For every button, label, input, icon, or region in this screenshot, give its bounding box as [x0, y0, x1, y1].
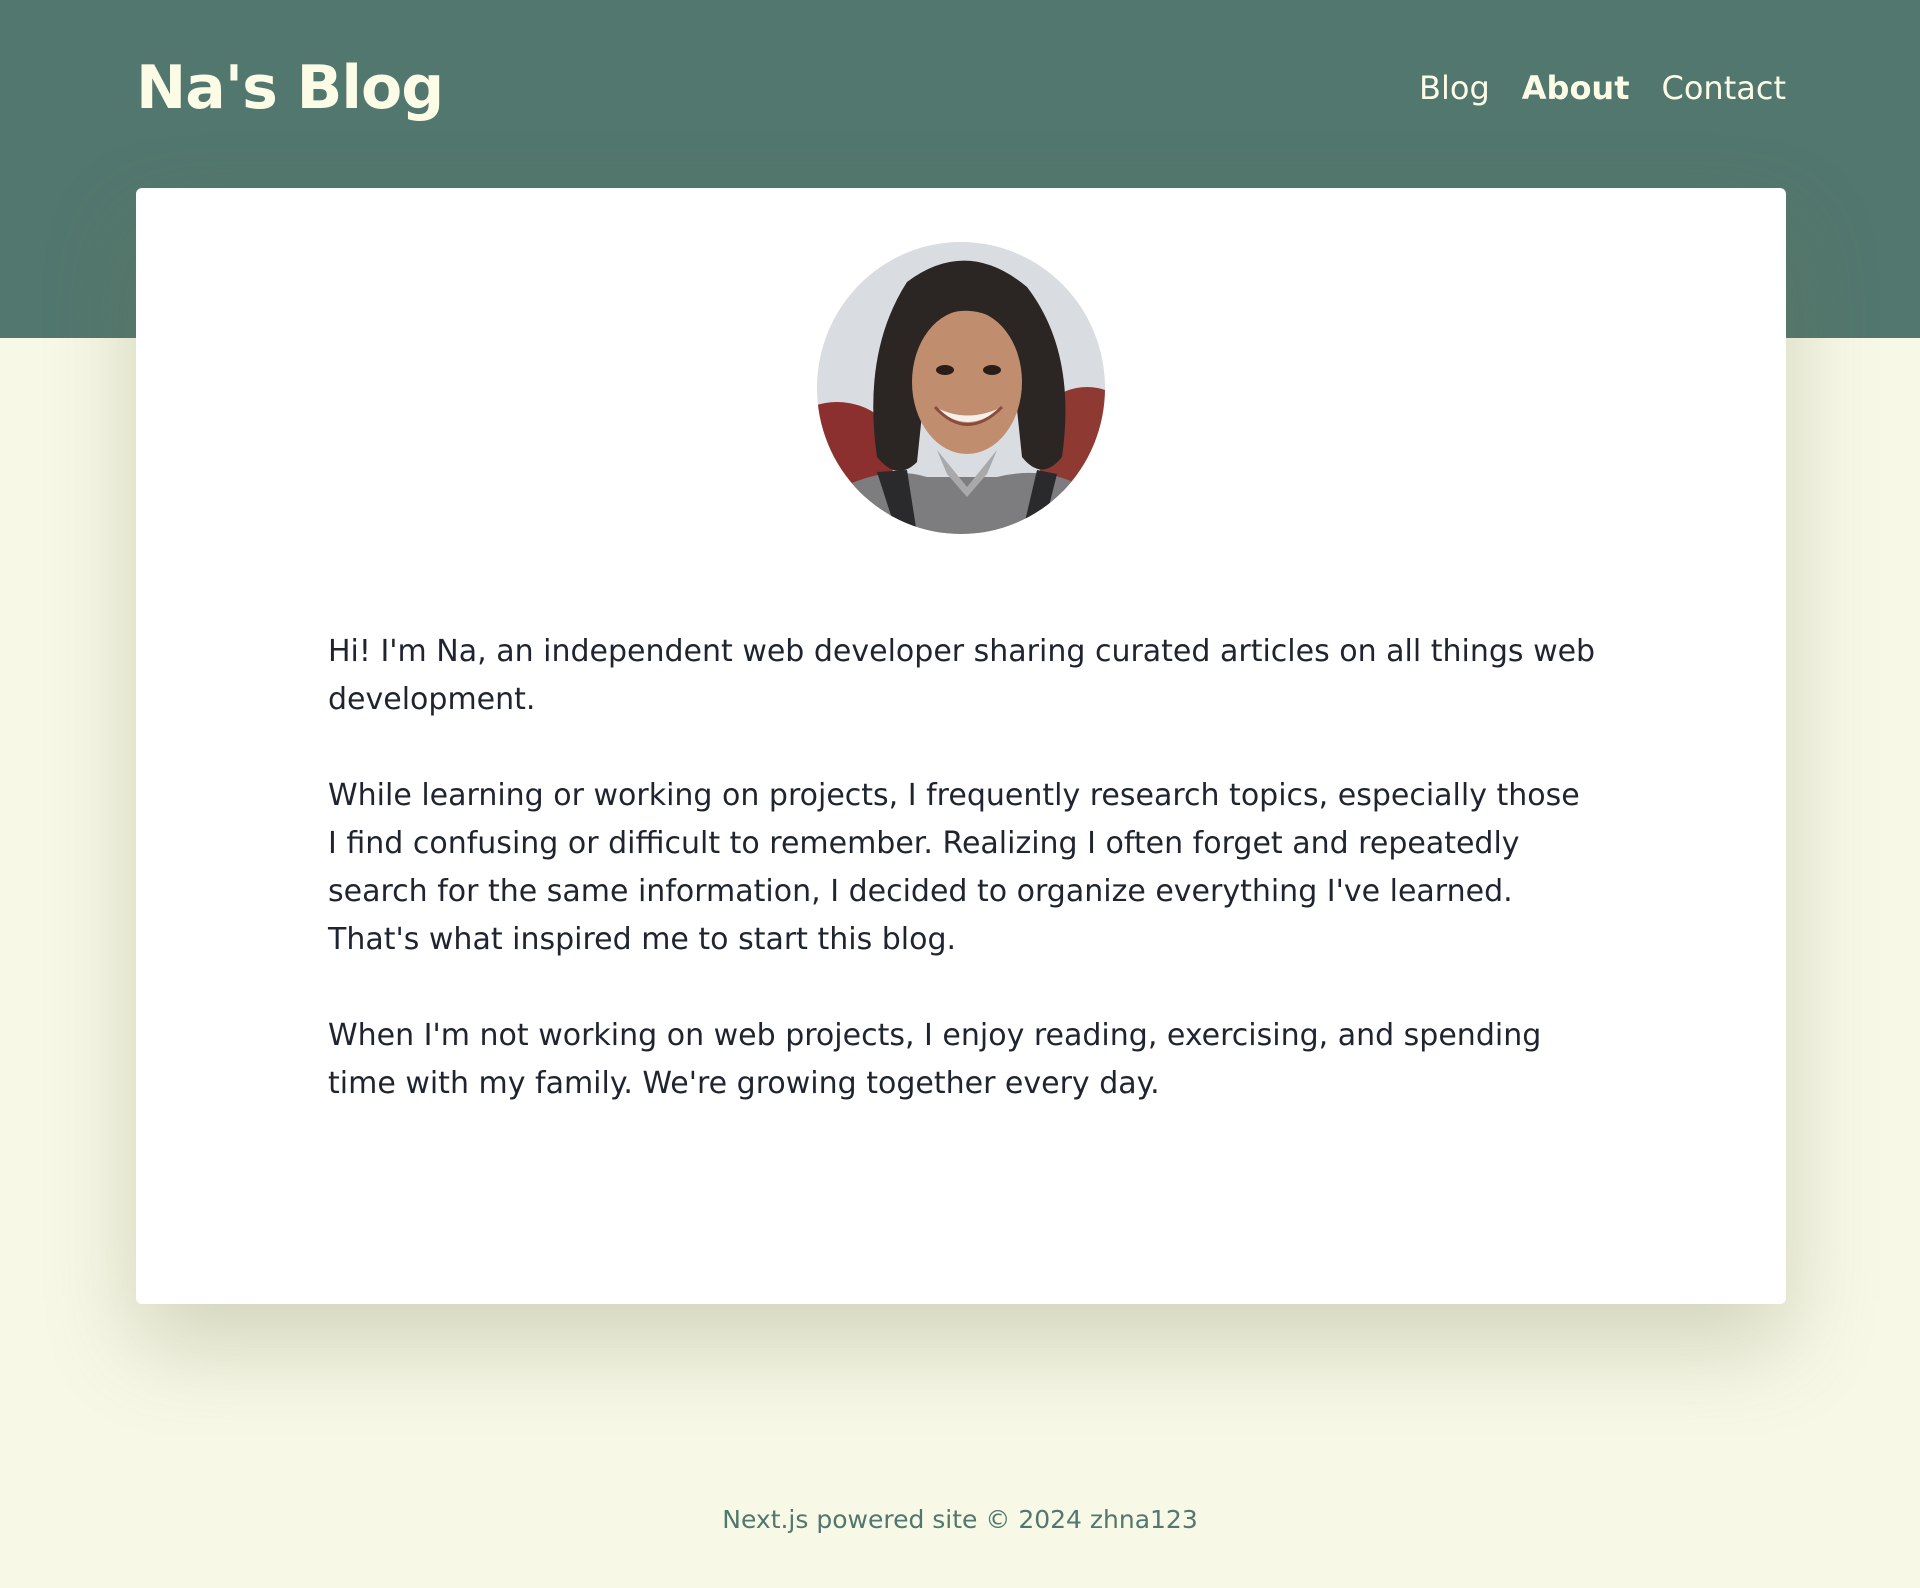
bio-paragraph-intro: Hi! I'm Na, an independent web developer… [328, 634, 1596, 717]
bio-paragraph-personal: When I'm not working on web projects, I … [328, 1018, 1542, 1101]
site-title-link[interactable]: Na's Blog [136, 50, 444, 126]
avatar [817, 242, 1105, 534]
avatar-photo [817, 242, 1105, 534]
main-nav: Blog About Contact [1419, 64, 1786, 112]
footer-text: Next.js powered site © 2024 zhna123 [722, 1505, 1198, 1534]
nav-blog-link[interactable]: Blog [1419, 64, 1490, 112]
nav-about-link[interactable]: About [1522, 64, 1630, 112]
nav-contact-link[interactable]: Contact [1662, 64, 1787, 112]
bio-section: Hi! I'm Na, an independent web developer… [328, 628, 1598, 1156]
bio-paragraph-motivation: While learning or working on projects, I… [328, 778, 1580, 957]
about-card: Hi! I'm Na, an independent web developer… [136, 188, 1786, 1304]
site-footer: Next.js powered site © 2024 zhna123 [0, 1500, 1920, 1540]
